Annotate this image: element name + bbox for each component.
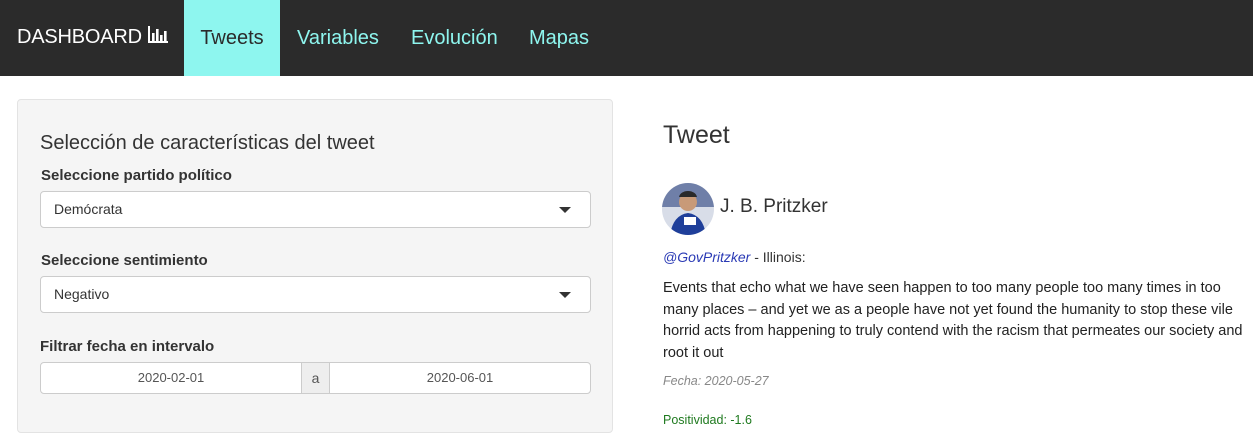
tweet-text: Events that echo what we have seen happe… [663, 280, 1243, 361]
tweet-handle[interactable]: @GovPritzker [663, 249, 750, 265]
tab-evolucion[interactable]: Evolución [394, 0, 515, 76]
tab-mapas[interactable]: Mapas [512, 0, 606, 76]
tab-tweets[interactable]: Tweets [184, 0, 280, 76]
panel-title: Selección de características del tweet [40, 132, 375, 154]
daterange-separator: a [301, 362, 330, 394]
chevron-down-icon [559, 292, 571, 298]
date-end-input[interactable]: 2020-06-01 [329, 362, 591, 394]
daterange: 2020-02-01 a 2020-06-01 [40, 362, 591, 394]
filter-panel: Selección de características del tweet S… [17, 99, 613, 433]
brand-label: DASHBOARD [17, 26, 142, 48]
sentiment-select-value: Negativo [54, 286, 110, 302]
sentiment-label: Seleccione sentimiento [41, 252, 208, 269]
daterange-label: Filtrar fecha en intervalo [40, 338, 215, 355]
navbar: DASHBOARD Tweets Variables Evolución Map… [0, 0, 1253, 76]
avatar [662, 183, 714, 235]
brand[interactable]: DASHBOARD [17, 26, 168, 49]
bar-chart-icon [147, 26, 168, 49]
chevron-down-icon [559, 207, 571, 213]
party-label: Seleccione partido político [41, 167, 232, 184]
tab-variables[interactable]: Variables [280, 0, 396, 76]
party-select[interactable]: Demócrata [40, 191, 591, 228]
tweet-author: J. B. Pritzker [720, 196, 828, 217]
tweet-heading: Tweet [663, 121, 730, 149]
tweet-handle-line: @GovPritzker - Illinois: [663, 249, 806, 265]
tweet-location: - Illinois: [750, 249, 806, 265]
sentiment-score: Positividad: -1.6 [663, 413, 752, 427]
sentiment-select[interactable]: Negativo [40, 276, 591, 313]
tweet-date: Fecha: 2020-05-27 [663, 374, 769, 388]
party-select-value: Demócrata [54, 201, 123, 217]
date-start-input[interactable]: 2020-02-01 [40, 362, 302, 394]
